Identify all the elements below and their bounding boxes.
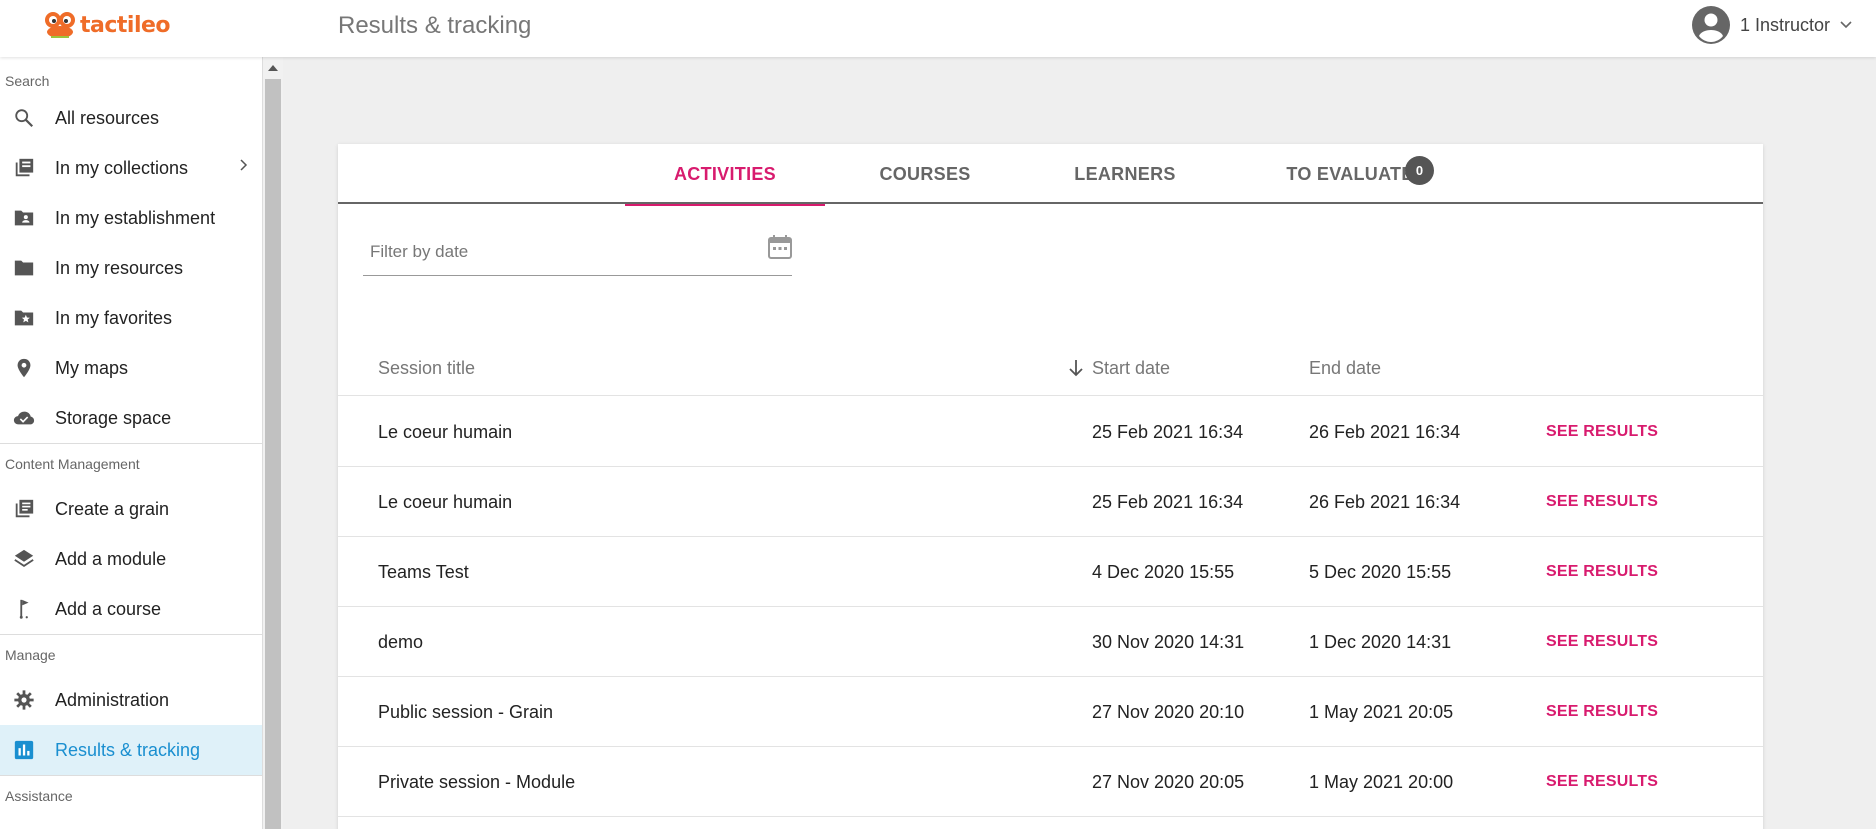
session-title: Le coeur humain bbox=[378, 422, 513, 442]
sidebar-item-label: My maps bbox=[55, 357, 129, 378]
logo-text: tactileo bbox=[80, 12, 171, 38]
table-row: Teams Test 4 Dec 2020 15:55 5 Dec 2020 1… bbox=[338, 537, 1763, 607]
sidebar-item-label: In my resources bbox=[55, 257, 184, 278]
section-label-assistance: Assistance bbox=[5, 788, 73, 804]
search-icon bbox=[12, 106, 36, 130]
sidebar-item-label: Add a course bbox=[55, 598, 162, 619]
table-row: Le coeur humain 25 Feb 2021 16:34 26 Feb… bbox=[338, 397, 1763, 467]
sidebar-item-my-maps[interactable]: My maps bbox=[0, 343, 262, 393]
sidebar-item-label: Storage space bbox=[55, 407, 172, 428]
end-date: 26 Feb 2021 16:34 bbox=[1309, 422, 1461, 442]
sidebar-item-all-resources[interactable]: All resources bbox=[0, 93, 262, 143]
sidebar-item-administration[interactable]: Administration bbox=[0, 675, 262, 725]
folder-icon bbox=[12, 256, 36, 280]
start-date: 25 Feb 2021 16:34 bbox=[1092, 492, 1244, 512]
date-filter-field[interactable] bbox=[363, 234, 792, 276]
chevron-right-icon bbox=[240, 159, 248, 171]
sidebar-item-label: In my collections bbox=[55, 157, 189, 178]
bar-chart-icon bbox=[12, 738, 36, 762]
sidebar-item-add-a-module[interactable]: Add a module bbox=[0, 534, 262, 584]
establishment-folder-icon bbox=[12, 206, 36, 230]
sidebar-item-results-tracking[interactable]: Results & tracking bbox=[0, 725, 262, 775]
logo-mascot-icon bbox=[45, 12, 75, 38]
tab-courses[interactable]: COURSES bbox=[825, 144, 1025, 204]
start-date: 4 Dec 2020 15:55 bbox=[1092, 562, 1235, 582]
sidebar-item-in-my-establishment[interactable]: In my establishment bbox=[0, 193, 262, 243]
layers-icon bbox=[12, 547, 36, 571]
sidebar-item-label: In my favorites bbox=[55, 307, 173, 328]
favorites-folder-icon bbox=[12, 306, 36, 330]
sidebar-item-label: In my establishment bbox=[55, 207, 216, 228]
section-label-manage: Manage bbox=[5, 647, 56, 663]
sidebar-item-in-my-resources[interactable]: In my resources bbox=[0, 243, 262, 293]
grain-icon bbox=[12, 497, 36, 521]
see-results-button[interactable]: SEE RESULTS bbox=[1546, 537, 1658, 607]
end-date: 26 Feb 2021 16:34 bbox=[1309, 492, 1461, 512]
calendar-icon[interactable] bbox=[768, 234, 792, 260]
sidebar: Search All resources In my collections I… bbox=[0, 57, 263, 829]
page-title: Results & tracking bbox=[338, 12, 532, 39]
map-pin-icon bbox=[12, 356, 36, 380]
user-menu[interactable]: 1 Instructor bbox=[1691, 6, 1852, 44]
end-date: 1 May 2021 20:05 bbox=[1309, 702, 1454, 722]
table-row: Public session - Grain 27 Nov 2020 20:10… bbox=[338, 677, 1763, 747]
sidebar-item-in-my-favorites[interactable]: In my favorites bbox=[0, 293, 262, 343]
tab-bar: ACTIVITIES COURSES LEARNERS TO EVALUATE … bbox=[338, 144, 1763, 206]
start-date: 25 Feb 2021 16:34 bbox=[1092, 422, 1244, 442]
session-title: Le coeur humain bbox=[378, 492, 513, 512]
sidebar-item-label: All resources bbox=[55, 107, 160, 128]
user-name: 1 Instructor bbox=[1739, 14, 1830, 35]
avatar bbox=[1691, 6, 1730, 44]
tab-learners[interactable]: LEARNERS bbox=[1025, 144, 1225, 204]
scroll-up-arrow-icon[interactable] bbox=[263, 61, 283, 75]
see-results-button[interactable]: SEE RESULTS bbox=[1546, 677, 1658, 747]
see-results-button[interactable]: SEE RESULTS bbox=[1546, 607, 1658, 677]
sidebar-item-create-a-grain[interactable]: Create a grain bbox=[0, 484, 262, 534]
start-date: 27 Nov 2020 20:05 bbox=[1092, 772, 1245, 792]
column-header-start-date[interactable]: Start date bbox=[1092, 340, 1170, 396]
top-bar: tactileo Results & tracking 1 Instructor bbox=[0, 0, 1876, 57]
sidebar-item-in-my-collections[interactable]: In my collections bbox=[0, 143, 262, 193]
session-title: demo bbox=[378, 632, 424, 652]
session-title: Teams Test bbox=[378, 562, 469, 582]
sidebar-item-add-a-course[interactable]: Add a course bbox=[0, 584, 262, 634]
table-row: Le coeur humain 25 Feb 2021 16:34 26 Feb… bbox=[338, 467, 1763, 537]
to-evaluate-count-badge: 0 bbox=[1405, 156, 1434, 185]
tactileo-logo[interactable]: tactileo bbox=[42, 8, 171, 42]
chevron-down-icon bbox=[1840, 21, 1852, 29]
end-date: 1 Dec 2020 14:31 bbox=[1309, 632, 1452, 652]
start-date: 30 Nov 2020 14:31 bbox=[1092, 632, 1245, 652]
cloud-check-icon bbox=[12, 406, 36, 430]
session-title: Private session - Module bbox=[378, 772, 576, 792]
sidebar-item-label: Create a grain bbox=[55, 498, 170, 519]
table-header: Session title Start date End date bbox=[338, 340, 1763, 396]
collections-icon bbox=[12, 156, 36, 180]
see-results-button[interactable]: SEE RESULTS bbox=[1546, 397, 1658, 467]
column-header-end-date[interactable]: End date bbox=[1309, 340, 1381, 396]
tab-activities[interactable]: ACTIVITIES bbox=[625, 144, 825, 206]
see-results-button[interactable]: SEE RESULTS bbox=[1546, 467, 1658, 537]
sidebar-item-label: Administration bbox=[55, 689, 170, 710]
date-filter-input[interactable] bbox=[363, 234, 743, 270]
gear-icon bbox=[12, 688, 36, 712]
sort-arrow-down-icon[interactable] bbox=[1069, 359, 1083, 377]
scroll-thumb[interactable] bbox=[265, 79, 281, 829]
sidebar-item-label: Add a module bbox=[55, 548, 167, 569]
start-date: 27 Nov 2020 20:10 bbox=[1092, 702, 1245, 722]
column-header-session-title[interactable]: Session title bbox=[378, 340, 475, 396]
table-row: Private session - Module 27 Nov 2020 20:… bbox=[338, 747, 1763, 817]
end-date: 1 May 2021 20:00 bbox=[1309, 772, 1454, 792]
see-results-button[interactable]: SEE RESULTS bbox=[1546, 747, 1658, 817]
section-label-content-management: Content Management bbox=[5, 456, 140, 472]
sidebar-item-label: Results & tracking bbox=[55, 739, 201, 760]
course-flag-icon bbox=[12, 597, 36, 621]
sidebar-item-storage-space[interactable]: Storage space bbox=[0, 393, 262, 443]
session-title: Public session - Grain bbox=[378, 702, 554, 722]
results-card: ACTIVITIES COURSES LEARNERS TO EVALUATE … bbox=[338, 144, 1763, 829]
end-date: 5 Dec 2020 15:55 bbox=[1309, 562, 1452, 582]
section-label-search: Search bbox=[5, 73, 50, 89]
sidebar-scrollbar[interactable] bbox=[263, 57, 283, 829]
table-row: demo 30 Nov 2020 14:31 1 Dec 2020 14:31 … bbox=[338, 607, 1763, 677]
